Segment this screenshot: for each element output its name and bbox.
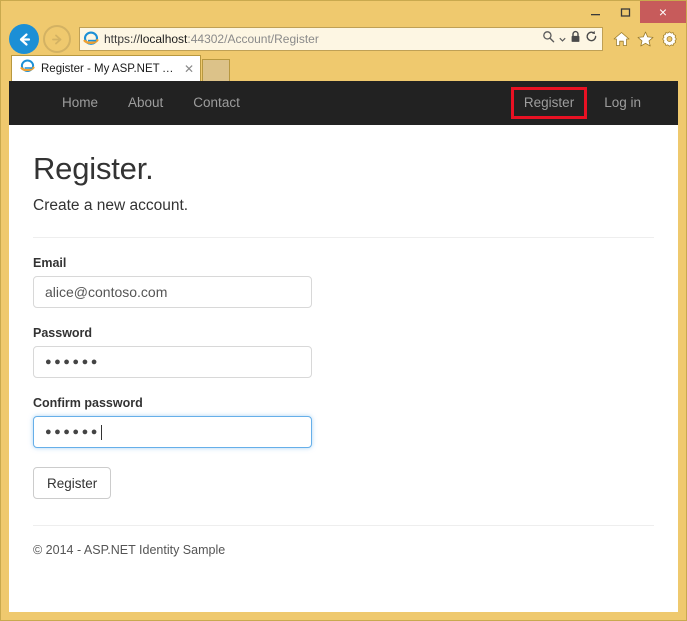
- email-input[interactable]: alice@contoso.com: [33, 276, 312, 308]
- footer-text: © 2014 - ASP.NET Identity Sample: [33, 543, 226, 557]
- home-icon[interactable]: [613, 31, 630, 47]
- browser-action-icons: [607, 31, 680, 47]
- url-scheme: https://: [104, 32, 141, 46]
- lock-icon[interactable]: [570, 30, 581, 48]
- settings-gear-icon[interactable]: [661, 31, 678, 47]
- tab-favicon-internet-explorer-icon: [20, 59, 35, 79]
- address-bar-icons: [536, 30, 598, 48]
- form-group-email: Email alice@contoso.com: [33, 256, 654, 308]
- chevron-down-icon[interactable]: [559, 30, 566, 48]
- browser-window: × https://localhost:44302/Account/Regist…: [0, 0, 687, 621]
- internet-explorer-icon: [83, 31, 99, 47]
- favorites-star-icon[interactable]: [637, 31, 654, 47]
- form-group-confirm-password: Confirm password ●●●●●●: [33, 396, 654, 448]
- url-port: :44302: [187, 32, 225, 46]
- content-divider: [33, 237, 654, 238]
- password-input-value: ●●●●●●: [45, 355, 100, 368]
- forward-arrow-icon: [51, 34, 61, 44]
- nav-link-login[interactable]: Log in: [589, 81, 656, 125]
- nav-link-home[interactable]: Home: [47, 81, 113, 125]
- form-group-password: Password ●●●●●●: [33, 326, 654, 378]
- password-label: Password: [33, 326, 93, 340]
- confirm-password-input-value: ●●●●●●: [45, 425, 100, 438]
- nav-link-contact[interactable]: Contact: [178, 81, 255, 125]
- address-url: https://localhost:44302/Account/Register: [104, 32, 536, 46]
- back-button[interactable]: [9, 24, 39, 54]
- search-icon[interactable]: [542, 30, 555, 48]
- window-controls: ×: [580, 1, 686, 23]
- maximize-button[interactable]: [610, 1, 640, 23]
- browser-tab[interactable]: Register - My ASP.NET App... ✕: [11, 55, 201, 81]
- tab-strip: Register - My ASP.NET App... ✕: [1, 55, 686, 81]
- navbar-right-links: Register Log in: [509, 81, 656, 125]
- url-path: /Account/Register: [224, 32, 319, 46]
- page-content: Register. Create a new account. Email al…: [9, 151, 678, 557]
- address-bar[interactable]: https://localhost:44302/Account/Register: [79, 27, 603, 51]
- new-tab-button[interactable]: [202, 59, 230, 81]
- back-arrow-icon: [19, 32, 30, 46]
- site-navbar: Home About Contact Register Log in: [9, 81, 678, 125]
- register-submit-button[interactable]: Register: [33, 467, 112, 499]
- title-bar: ×: [1, 1, 686, 23]
- browser-toolbar: https://localhost:44302/Account/Register: [1, 23, 686, 55]
- close-button[interactable]: ×: [640, 1, 686, 23]
- minimize-button[interactable]: [580, 1, 610, 23]
- tab-title: Register - My ASP.NET App...: [41, 62, 178, 75]
- tab-close-icon[interactable]: ✕: [184, 63, 194, 75]
- email-input-value: alice@contoso.com: [45, 284, 168, 300]
- page-viewport: Home About Contact Register Log in Regis…: [9, 81, 678, 612]
- confirm-password-label: Confirm password: [33, 396, 143, 410]
- password-input[interactable]: ●●●●●●: [33, 346, 312, 378]
- text-cursor: [100, 424, 102, 440]
- page-subtitle: Create a new account.: [33, 197, 189, 214]
- close-icon: ×: [658, 4, 668, 20]
- page-title: Register.: [33, 151, 154, 186]
- nav-link-register[interactable]: Register: [509, 81, 589, 125]
- navbar-left-links: Home About Contact: [47, 81, 255, 125]
- confirm-password-input[interactable]: ●●●●●●: [33, 416, 312, 448]
- footer-divider: [33, 525, 654, 526]
- email-label: Email: [33, 256, 67, 270]
- refresh-icon[interactable]: [585, 30, 598, 48]
- url-host: localhost: [140, 32, 188, 46]
- forward-button[interactable]: [43, 25, 71, 53]
- nav-link-about[interactable]: About: [113, 81, 178, 125]
